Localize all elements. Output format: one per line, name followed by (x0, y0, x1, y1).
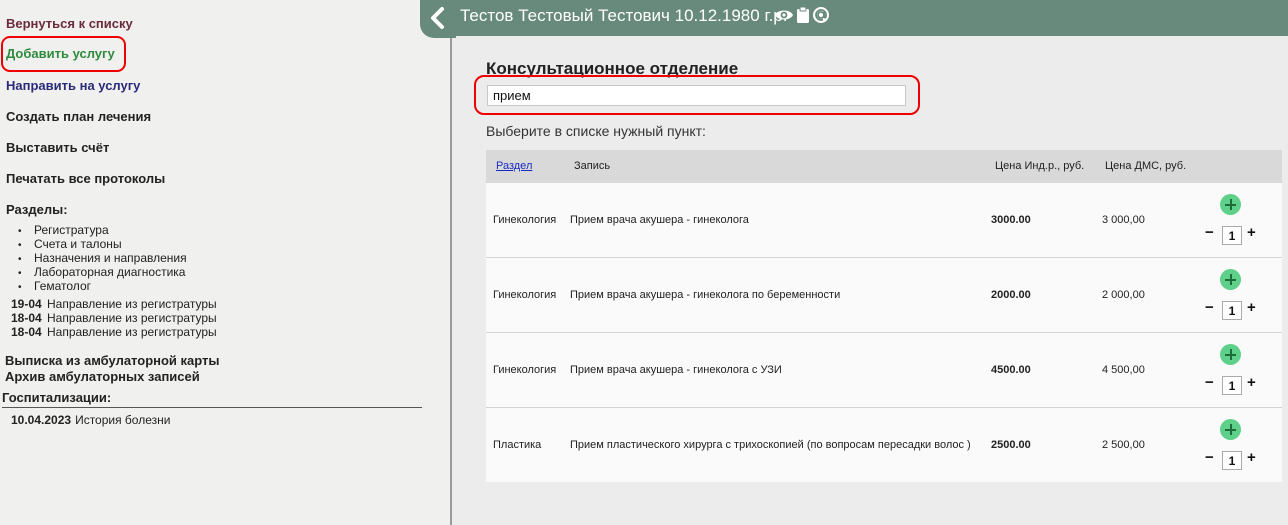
section-item-hematologist[interactable]: Гематолог (18, 279, 187, 293)
qty-plus-button[interactable]: + (1247, 299, 1256, 316)
add-service-link[interactable]: Добавить услугу (6, 46, 115, 61)
qty-minus-button[interactable]: − (1205, 374, 1214, 391)
row-price-ind: 2500.00 (991, 439, 1031, 451)
collapse-sidebar-button[interactable] (420, 0, 456, 38)
table-header: Раздел Запись Цена Инд.р., руб. Цена ДМС… (486, 150, 1282, 183)
table-row: Гинекология Прием врача акушера - гинеко… (486, 333, 1282, 408)
qty-field[interactable] (1222, 451, 1242, 470)
row-record: Прием врача акушера - гинеколога (570, 214, 749, 226)
direction-text: Направление из регистратуры (47, 297, 217, 311)
row-price-dms: 2 000,00 (1102, 289, 1145, 301)
table-row: Гинекология Прием врача акушера - гинеко… (486, 183, 1282, 258)
row-record: Прием врача акушера - гинеколога с УЗИ (570, 364, 782, 376)
row-price-dms: 3 000,00 (1102, 214, 1145, 226)
column-header-price-dms: Цена ДМС, руб. (1105, 160, 1187, 172)
directions-list: 19-04 Направление из регистратуры 18-04 На… (11, 297, 217, 339)
hospitalization-date: 10.04.2023 (11, 413, 72, 427)
column-header-section[interactable]: Раздел (496, 160, 532, 172)
patient-header: Тестов Тестовый Тестович 10.12.1980 г.р. (454, 0, 1288, 36)
add-service-plus-icon[interactable] (1220, 419, 1241, 440)
qty-field[interactable] (1222, 226, 1242, 245)
direction-date: 18-04 (11, 311, 42, 325)
qty-minus-button[interactable]: − (1205, 299, 1214, 316)
qty-field[interactable] (1222, 376, 1242, 395)
qty-plus-button[interactable]: + (1247, 449, 1256, 466)
column-header-record: Запись (574, 160, 611, 172)
sidebar: Вернуться к списку Добавить услугу Напра… (0, 0, 452, 525)
patient-title: Тестов Тестовый Тестович 10.12.1980 г.р. (460, 6, 788, 25)
hospitalization-text: История болезни (75, 413, 171, 427)
table-row: Пластика Прием пластического хирурга с т… (486, 408, 1282, 482)
clipboard-icon[interactable] (796, 6, 810, 29)
section-item-registry[interactable]: Регистратура (18, 223, 187, 237)
direction-item[interactable]: 19-04 Направление из регистратуры (11, 297, 217, 311)
direction-item[interactable]: 18-04 Направление из регистратуры (11, 311, 217, 325)
row-price-ind: 2000.00 (991, 289, 1031, 301)
row-price-ind: 4500.00 (991, 364, 1031, 376)
add-service-plus-icon[interactable] (1220, 194, 1241, 215)
row-record: Прием пластического хирурга с трихоскопи… (570, 439, 971, 451)
header-icons (774, 6, 830, 29)
row-section: Гинекология (493, 364, 557, 376)
at-icon[interactable] (812, 6, 830, 29)
archive-link[interactable]: Архив амбулаторных записей (5, 369, 220, 385)
sections-title: Разделы: (6, 202, 68, 217)
services-table: Раздел Запись Цена Инд.р., руб. Цена ДМС… (486, 150, 1282, 482)
row-section: Гинекология (493, 214, 557, 226)
row-section: Гинекология (493, 289, 557, 301)
print-protocols-link[interactable]: Печатать все протоколы (6, 171, 165, 186)
direction-text: Направление из регистратуры (47, 311, 217, 325)
row-price-ind: 3000.00 (991, 214, 1031, 226)
direction-date: 18-04 (11, 325, 42, 339)
qty-minus-button[interactable]: − (1205, 224, 1214, 241)
qty-plus-button[interactable]: + (1247, 224, 1256, 241)
sections-list: Регистратура Счета и талоны Назначения и… (18, 223, 187, 293)
create-plan-link[interactable]: Создать план лечения (6, 109, 151, 124)
direct-service-link[interactable]: Направить на услугу (6, 78, 140, 93)
chevron-left-icon (431, 7, 444, 29)
row-price-dms: 4 500,00 (1102, 364, 1145, 376)
row-price-dms: 2 500,00 (1102, 439, 1145, 451)
qty-field[interactable] (1222, 301, 1242, 320)
service-search-input[interactable] (487, 85, 906, 106)
direction-item[interactable]: 18-04 Направление из регистратуры (11, 325, 217, 339)
column-header-price-ind: Цена Инд.р., руб. (995, 160, 1085, 172)
choose-label: Выберите в списке нужный пункт: (486, 123, 706, 139)
extract-link[interactable]: Выписка из амбулаторной карты (5, 353, 220, 369)
records-links: Выписка из амбулаторной карты Архив амбу… (5, 353, 220, 385)
add-service-plus-icon[interactable] (1220, 344, 1241, 365)
direction-date: 19-04 (11, 297, 42, 311)
hospitalization-item[interactable]: 10.04.2023 История болезни (11, 413, 170, 427)
back-to-list-link[interactable]: Вернуться к списку (6, 16, 133, 31)
table-row: Гинекология Прием врача акушера - гинеко… (486, 258, 1282, 333)
section-item-prescriptions[interactable]: Назначения и направления (18, 251, 187, 265)
eye-icon[interactable] (774, 7, 794, 28)
row-section: Пластика (493, 439, 542, 451)
qty-plus-button[interactable]: + (1247, 374, 1256, 391)
direction-text: Направление из регистратуры (47, 325, 217, 339)
qty-minus-button[interactable]: − (1205, 449, 1214, 466)
section-item-lab[interactable]: Лабораторная диагностика (18, 265, 187, 279)
invoice-link[interactable]: Выставить счёт (6, 140, 109, 155)
add-service-plus-icon[interactable] (1220, 269, 1241, 290)
section-item-invoices[interactable]: Счета и талоны (18, 237, 187, 251)
row-record: Прием врача акушера - гинеколога по бере… (570, 289, 841, 301)
hospitalizations-title: Госпитализации: (2, 390, 422, 408)
